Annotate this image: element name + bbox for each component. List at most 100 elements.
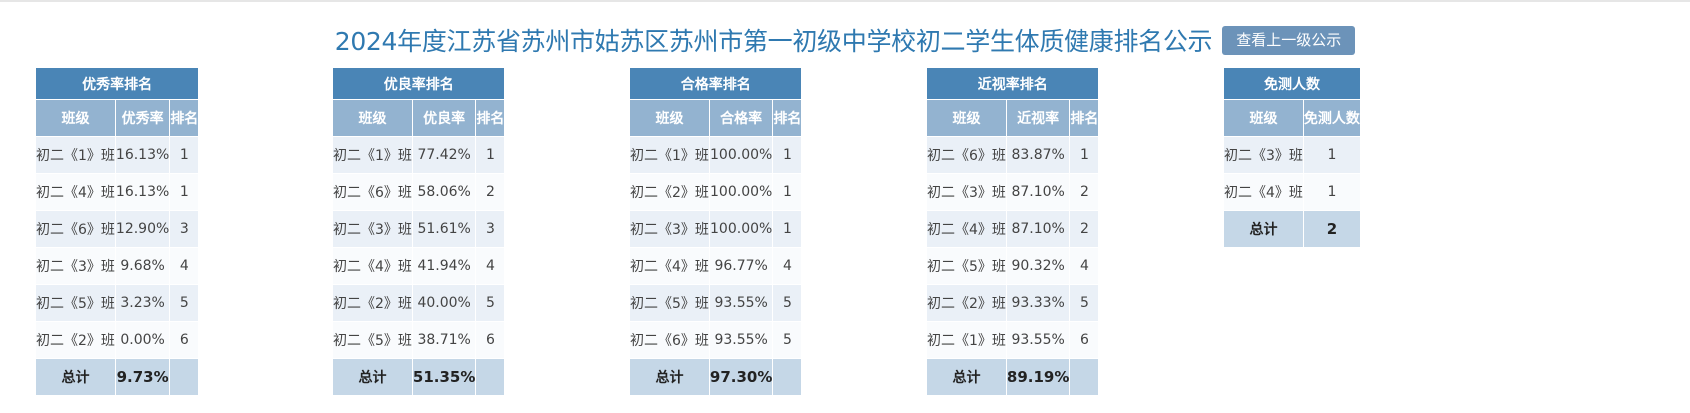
table-cell: 初二《2》班 [629, 173, 710, 211]
column-header-row: 班级 优秀率 排名 [35, 99, 200, 137]
table-row: 初二《5》班 90.32% 4 [926, 247, 1100, 285]
total-label: 总计 [1223, 210, 1304, 248]
total-cell: 97.30% [708, 358, 774, 396]
table-cell: 5 [1069, 284, 1100, 322]
table-cell: 3.23% [114, 284, 171, 322]
table-excellent-rate: 优秀率排名 班级 优秀率 排名 初二《1》班 16.13% 1 初二《4》班 16.13% 1 初二… [34, 67, 200, 396]
table-row: 初二《4》班 1 [1223, 173, 1361, 211]
table-cell: 4 [1069, 247, 1100, 285]
column-header-row: 班级 免测人数 [1223, 99, 1361, 137]
table-cell: 41.94% [411, 247, 477, 285]
table-cell: 4 [169, 247, 200, 285]
table-row: 初二《3》班 51.61% 3 [332, 210, 506, 248]
table-cell: 初二《4》班 [629, 247, 710, 285]
table-row: 初二《2》班 0.00% 6 [35, 321, 200, 359]
total-label: 总计 [35, 358, 116, 396]
column-header: 班级 [629, 99, 710, 137]
total-cell [169, 358, 200, 396]
column-header: 班级 [35, 99, 116, 137]
table-cell: 1 [772, 173, 803, 211]
table-cell: 初二《2》班 [926, 284, 1007, 322]
table-cell: 3 [169, 210, 200, 248]
table-cell: 16.13% [114, 136, 171, 174]
table-title-row: 优良率排名 [331, 67, 506, 100]
table-cell: 93.55% [708, 321, 774, 359]
column-header: 排名 [772, 99, 803, 137]
total-label: 总计 [332, 358, 413, 396]
table-cell: 83.87% [1005, 136, 1071, 174]
table-pass-rate: 合格率排名 班级 合格率 排名 初二《1》班 100.00% 1 初二《2》班 100.00% 1… [628, 67, 803, 396]
table-row: 初二《3》班 100.00% 1 [629, 210, 803, 248]
table-row: 初二《4》班 16.13% 1 [35, 173, 200, 211]
total-row: 总计 2 [1223, 210, 1361, 248]
table-cell: 2 [1069, 173, 1100, 211]
table-cell: 1 [169, 136, 200, 174]
total-label: 总计 [629, 358, 710, 396]
table-cell: 100.00% [708, 136, 774, 174]
total-label: 总计 [926, 358, 1007, 396]
table-cell: 初二《2》班 [332, 284, 413, 322]
table-cell: 1 [772, 210, 803, 248]
column-header: 优秀率 [114, 99, 171, 137]
column-header: 排名 [169, 99, 200, 137]
table-cell: 初二《3》班 [332, 210, 413, 248]
table-cell: 1 [1069, 136, 1100, 174]
table-cell: 初二《4》班 [926, 210, 1007, 248]
table-row: 初二《6》班 12.90% 3 [35, 210, 200, 248]
table-title: 免测人数 [1223, 67, 1361, 100]
table-cell: 87.10% [1005, 210, 1071, 248]
table-cell: 6 [1069, 321, 1100, 359]
table-cell: 1 [1302, 136, 1361, 174]
column-header: 优良率 [411, 99, 477, 137]
table-cell: 93.55% [1005, 321, 1071, 359]
table-row: 初二《1》班 93.55% 6 [926, 321, 1100, 359]
table-cell: 6 [169, 321, 200, 359]
table-cell: 初二《5》班 [332, 321, 413, 359]
table-row: 初二《2》班 100.00% 1 [629, 173, 803, 211]
table-cell: 93.33% [1005, 284, 1071, 322]
table-cell: 初二《5》班 [926, 247, 1007, 285]
column-header-row: 班级 优良率 排名 [332, 99, 506, 137]
table-cell: 58.06% [411, 173, 477, 211]
table-row: 初二《4》班 96.77% 4 [629, 247, 803, 285]
table-row: 初二《6》班 83.87% 1 [926, 136, 1100, 174]
table-row: 初二《3》班 1 [1223, 136, 1361, 174]
table-row: 初二《5》班 38.71% 6 [332, 321, 506, 359]
table-row: 初二《1》班 16.13% 1 [35, 136, 200, 174]
table-row: 初二《3》班 9.68% 4 [35, 247, 200, 285]
table-cell: 5 [169, 284, 200, 322]
table-cell: 2 [475, 173, 506, 211]
table-cell: 初二《3》班 [926, 173, 1007, 211]
column-header: 排名 [475, 99, 506, 137]
table-cell: 初二《5》班 [35, 284, 116, 322]
table-row: 初二《3》班 87.10% 2 [926, 173, 1100, 211]
table-row: 初二《1》班 77.42% 1 [332, 136, 506, 174]
total-cell: 9.73% [114, 358, 171, 396]
table-title: 优良率排名 [331, 67, 506, 100]
table-row: 初二《6》班 93.55% 5 [629, 321, 803, 359]
table-cell: 100.00% [708, 210, 774, 248]
table-cell: 40.00% [411, 284, 477, 322]
table-cell: 3 [475, 210, 506, 248]
table-exempt-count: 免测人数 班级 免测人数 初二《3》班 1 初二《4》班 1 总计 2 [1223, 67, 1361, 248]
table-row: 初二《2》班 93.33% 5 [926, 284, 1100, 322]
table-cell: 初二《1》班 [629, 136, 710, 174]
total-row: 总计 9.73% [35, 358, 200, 396]
table-cell: 100.00% [708, 173, 774, 211]
view-upper-level-button[interactable]: 查看上一级公示 [1222, 25, 1356, 55]
table-cell: 初二《6》班 [926, 136, 1007, 174]
table-title: 优秀率排名 [34, 67, 200, 100]
column-header: 排名 [1069, 99, 1100, 137]
table-row: 初二《2》班 40.00% 5 [332, 284, 506, 322]
table-cell: 初二《3》班 [629, 210, 710, 248]
table-cell: 87.10% [1005, 173, 1071, 211]
table-cell: 初二《1》班 [926, 321, 1007, 359]
table-cell: 38.71% [411, 321, 477, 359]
table-cell: 12.90% [114, 210, 171, 248]
table-cell: 0.00% [114, 321, 171, 359]
table-row: 初二《4》班 87.10% 2 [926, 210, 1100, 248]
table-title-row: 近视率排名 [925, 67, 1100, 100]
page-title: 2024年度江苏省苏州市姑苏区苏州市第一初级中学校初二学生体质健康排名公示 [334, 27, 1213, 56]
table-cell: 2 [1069, 210, 1100, 248]
table-cell: 初二《1》班 [332, 136, 413, 174]
